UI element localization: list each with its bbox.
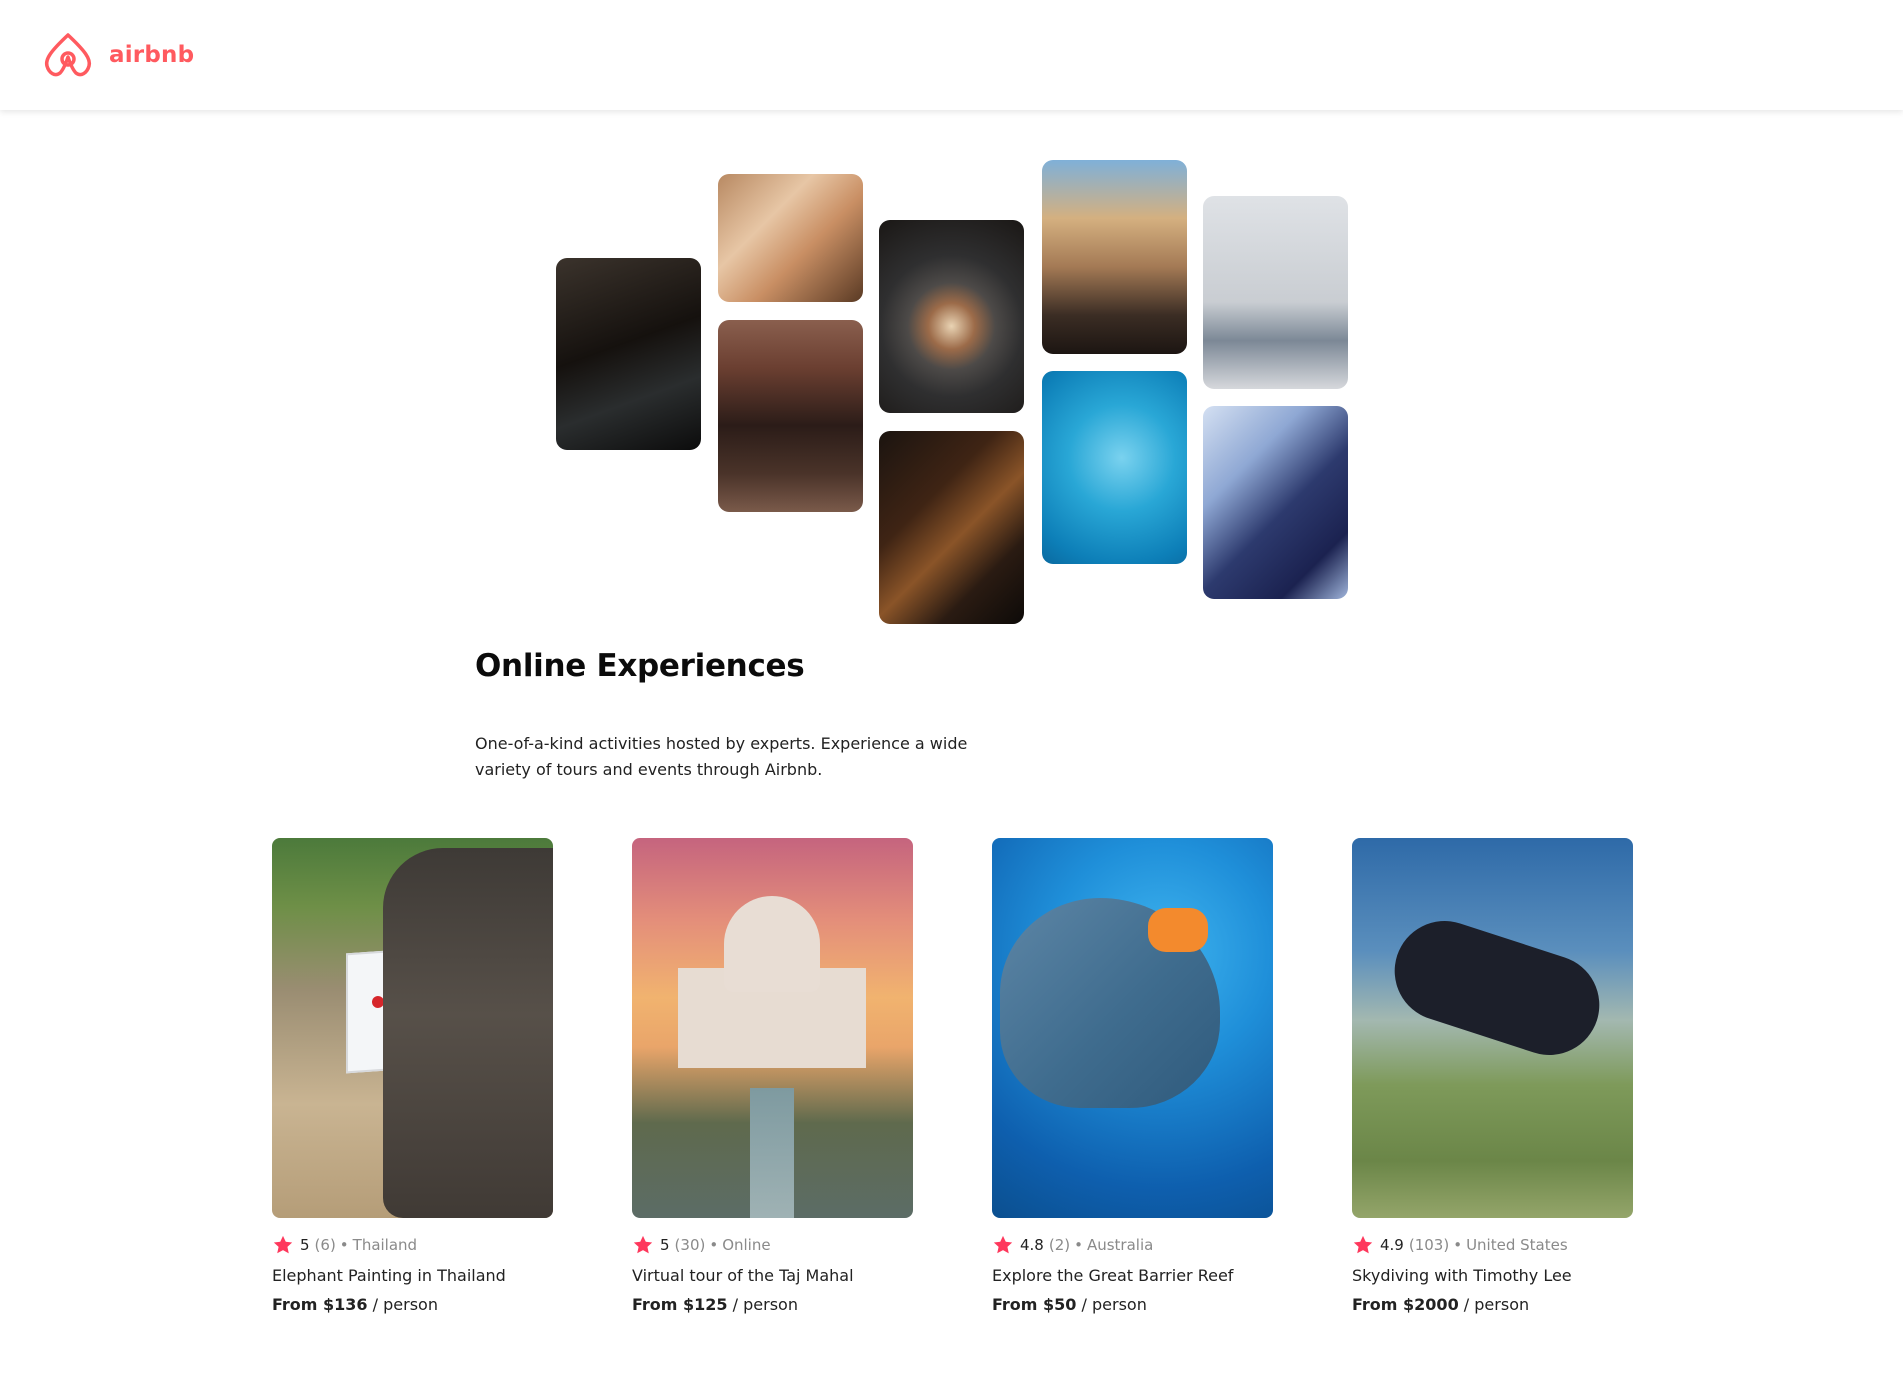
- separator-dot: •: [339, 1236, 349, 1254]
- hero-photo-singer: [1203, 406, 1348, 599]
- review-count: (2): [1048, 1236, 1071, 1254]
- location: Online: [722, 1236, 771, 1254]
- separator-dot: •: [1074, 1236, 1083, 1254]
- card-meta: 4.8 (2) • Australia: [992, 1234, 1273, 1256]
- card-price: From $136 / person: [272, 1295, 553, 1314]
- airbnb-logo-icon: [44, 33, 92, 77]
- hero-photo-cooking: [556, 258, 701, 450]
- star-icon: [273, 1235, 293, 1254]
- hero-photo-guitar: [879, 431, 1024, 624]
- hero-photo-dancer: [718, 320, 863, 512]
- card-title[interactable]: Skydiving with Timothy Lee: [1352, 1266, 1633, 1285]
- top-navbar: airbnb: [0, 0, 1903, 110]
- separator-dot: •: [1453, 1236, 1463, 1254]
- rating-value: 5: [660, 1236, 670, 1254]
- hero-photo-swimmer: [1042, 371, 1187, 564]
- card-image-reef: [992, 838, 1273, 1218]
- star-icon: [1353, 1235, 1373, 1254]
- experience-card[interactable]: 4.9 (103) • United States Skydiving with…: [1352, 838, 1633, 1314]
- price-amount: From $125: [632, 1295, 728, 1314]
- location: Thailand: [352, 1236, 418, 1254]
- review-count: (6): [314, 1236, 336, 1254]
- hero-photo-woman: [718, 174, 863, 302]
- price-suffix: / person: [732, 1295, 798, 1314]
- card-meta: 5 (30) • Online: [632, 1234, 913, 1256]
- page-title: Online Experiences: [475, 648, 805, 684]
- price-amount: From $50: [992, 1295, 1077, 1314]
- airbnb-logo[interactable]: airbnb: [41, 27, 194, 83]
- elephant: [383, 848, 553, 1218]
- review-count: (103): [1408, 1236, 1450, 1254]
- experience-card[interactable]: 4.8 (2) • Australia Explore the Great Ba…: [992, 838, 1273, 1314]
- price-amount: From $2000: [1352, 1295, 1459, 1314]
- taj-dome: [724, 896, 820, 992]
- review-count: (30): [674, 1236, 706, 1254]
- card-title[interactable]: Virtual tour of the Taj Mahal: [632, 1266, 913, 1285]
- skydiver: [1381, 908, 1613, 1068]
- rating-value: 5: [300, 1236, 310, 1254]
- card-image-skydiving: [1352, 838, 1633, 1218]
- experience-card[interactable]: 5 (30) • Online Virtual tour of the Taj …: [632, 838, 913, 1314]
- location: United States: [1466, 1236, 1568, 1254]
- card-price: From $2000 / person: [1352, 1295, 1633, 1314]
- price-suffix: / person: [1463, 1295, 1530, 1314]
- diver-mask: [1148, 908, 1208, 952]
- price-suffix: / person: [1081, 1295, 1147, 1314]
- card-image-elephant: [272, 838, 553, 1218]
- card-title[interactable]: Elephant Painting in Thailand: [272, 1266, 553, 1285]
- star-icon: [993, 1235, 1013, 1254]
- card-meta: 4.9 (103) • United States: [1352, 1234, 1633, 1256]
- rating-value: 4.9: [1380, 1236, 1404, 1254]
- star-icon: [633, 1235, 653, 1254]
- experience-card[interactable]: 5 (6) • Thailand Elephant Painting in Th…: [272, 838, 553, 1314]
- separator-dot: •: [709, 1236, 719, 1254]
- hero-photo-meditating: [1203, 196, 1348, 389]
- rating-value: 4.8: [1020, 1236, 1044, 1254]
- card-meta: 5 (6) • Thailand: [272, 1234, 553, 1256]
- reflecting-pool: [750, 1088, 794, 1218]
- hero-photo-piano: [1042, 160, 1187, 354]
- page-subtitle: One-of-a-kind activities hosted by exper…: [475, 734, 968, 779]
- card-price: From $50 / person: [992, 1295, 1273, 1314]
- card-price: From $125 / person: [632, 1295, 913, 1314]
- price-amount: From $136: [272, 1295, 368, 1314]
- card-image-taj-mahal: [632, 838, 913, 1218]
- location: Australia: [1086, 1236, 1154, 1254]
- price-suffix: / person: [372, 1295, 438, 1314]
- brand-name: airbnb: [109, 42, 195, 68]
- hero-photo-bowl: [879, 220, 1024, 413]
- card-title[interactable]: Explore the Great Barrier Reef: [992, 1266, 1273, 1285]
